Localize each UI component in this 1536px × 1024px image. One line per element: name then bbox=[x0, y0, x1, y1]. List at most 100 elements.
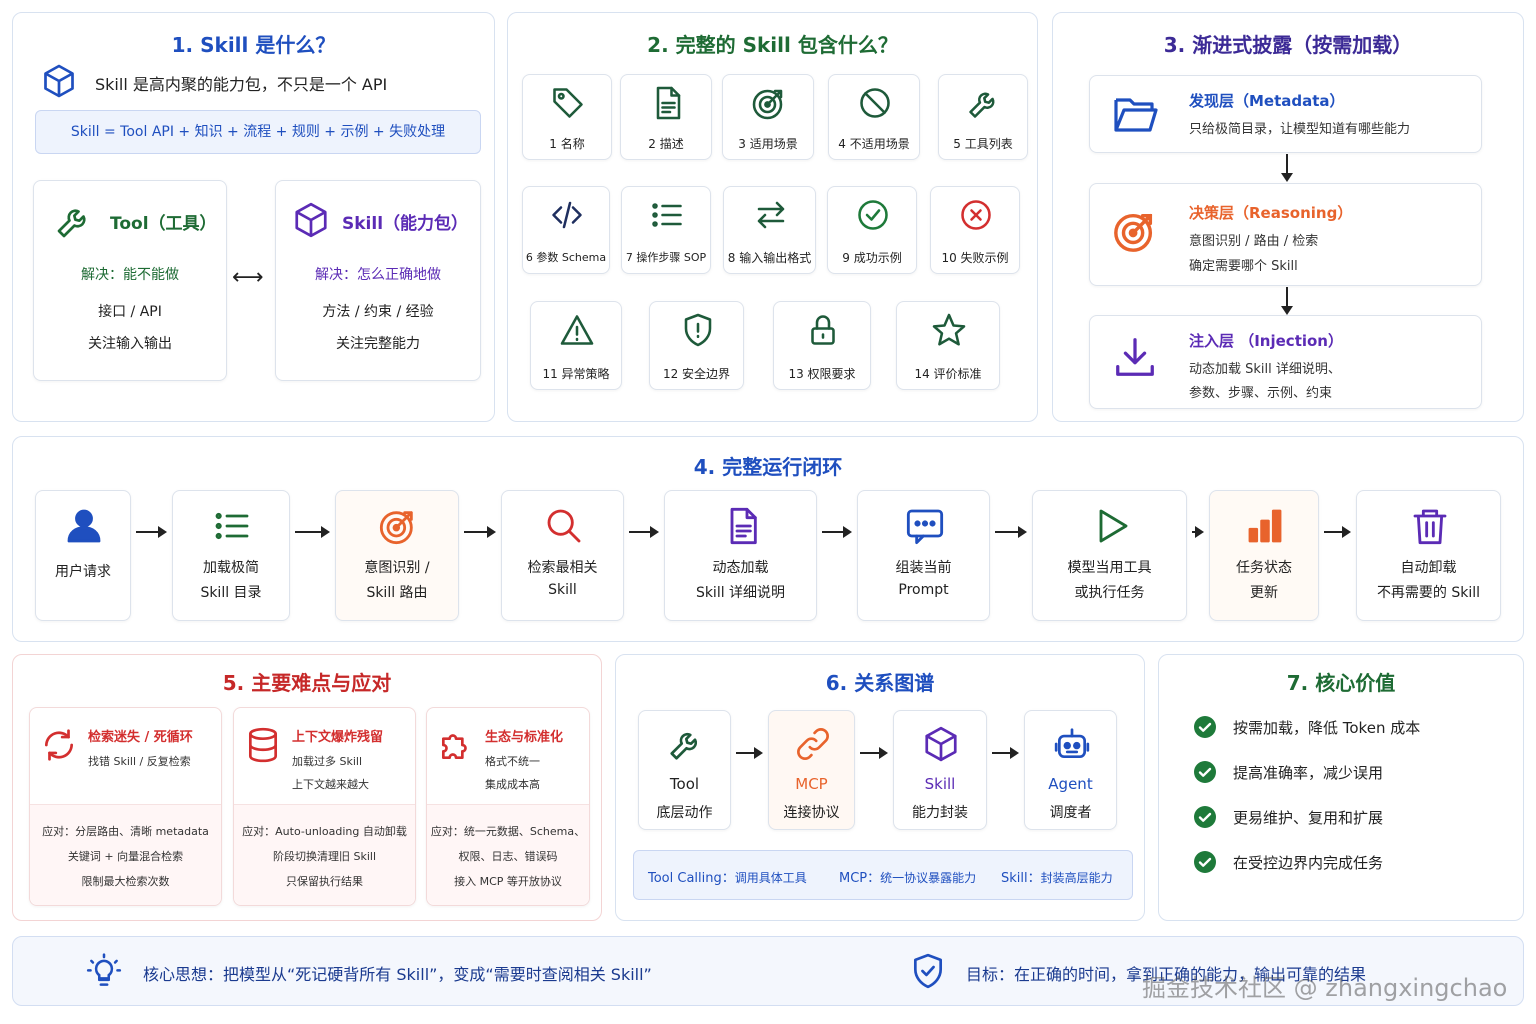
challenge-name: 生态与标准化 bbox=[485, 730, 564, 745]
panel-skill-contents: 2. 完整的 Skill 包含什么？ 1 名称 2 描述 3 适用场景 4 不适用场景… bbox=[507, 12, 1038, 422]
skill-part-card: 5 工具列表 bbox=[938, 74, 1028, 160]
tool-name: Tool（工具） bbox=[110, 214, 217, 234]
panel-challenges: 5. 主要难点与应对 检索迷失 / 死循环 找错 Skill / 反复检索 应对：分… bbox=[12, 654, 602, 921]
arrow-right bbox=[629, 526, 659, 538]
loop-step-card: 动态加载 Skill 详细说明 bbox=[664, 490, 817, 621]
lock-icon bbox=[805, 312, 841, 348]
arrow-right bbox=[822, 526, 852, 538]
tool-line2: 关注输入输出 bbox=[88, 336, 172, 352]
swap-icon bbox=[753, 197, 789, 233]
play-icon bbox=[1091, 506, 1131, 546]
skill-name: Skill（能力包） bbox=[342, 214, 469, 234]
document-icon bbox=[722, 506, 762, 546]
skill-part-label: 13 权限要求 bbox=[788, 367, 856, 381]
puzzle-icon bbox=[437, 726, 475, 764]
panel-title: 4. 完整运行闭环 bbox=[693, 455, 843, 479]
skill-part-card: 13 权限要求 bbox=[773, 301, 871, 390]
value-item: 在受控边界内完成任务 bbox=[1233, 854, 1384, 872]
skill-part-card: 3 适用场景 bbox=[722, 74, 814, 160]
loop-step-line1: 动态加载 bbox=[712, 560, 769, 576]
wrench-icon bbox=[54, 201, 94, 241]
skill-part-card: 10 失败示例 bbox=[930, 186, 1020, 274]
arrow-down bbox=[1281, 287, 1293, 315]
skill-part-label: 11 异常策略 bbox=[542, 367, 610, 381]
code-icon bbox=[549, 197, 585, 233]
cube-icon bbox=[922, 725, 960, 763]
legend-box: Tool Calling：调用具体工具 MCP：统一协议暴露能力 Skill：封… bbox=[633, 850, 1133, 900]
relation-node-desc: 连接协议 bbox=[783, 805, 840, 821]
arrow-right bbox=[992, 747, 1019, 759]
skill-part-label: 3 适用场景 bbox=[738, 137, 798, 151]
loop-step-line2: Prompt bbox=[898, 582, 949, 598]
arrow-right bbox=[860, 747, 888, 759]
panel-core-value: 7. 核心价值 按需加载，降低 Token 成本 提高准确率，减少误用 更易维护、复… bbox=[1158, 654, 1524, 921]
layer-name: 发现层（Metadata） bbox=[1189, 92, 1345, 110]
layer-reasoning: 决策层（Reasoning） 意图识别 / 路由 / 检索 确定需要哪个 Ski… bbox=[1089, 183, 1482, 286]
folder-icon bbox=[1112, 92, 1160, 136]
refresh-icon bbox=[40, 726, 78, 764]
loop-step-card: 自动卸载不再需要的 Skill bbox=[1356, 490, 1501, 621]
relation-node: MCP 连接协议 bbox=[768, 710, 855, 830]
skill-part-card: 7 操作步骤 SOP bbox=[621, 186, 711, 274]
list-icon bbox=[212, 506, 252, 546]
skill-part-card: 4 不适用场景 bbox=[828, 74, 920, 160]
challenge-desc: 集成成本高 bbox=[485, 778, 540, 791]
loop-step-line2: 不再需要的 Skill bbox=[1376, 585, 1481, 601]
response-line: 权限、日志、错误码 bbox=[458, 850, 558, 863]
skill-part-card: 14 评价标准 bbox=[896, 301, 1000, 390]
skill-part-card: 9 成功示例 bbox=[827, 186, 917, 274]
loop-step-line1: 任务状态 bbox=[1236, 560, 1292, 576]
loop-step-line1: 模型当用工具 bbox=[1067, 560, 1152, 576]
target-icon bbox=[1112, 208, 1158, 254]
arrow-right bbox=[295, 526, 330, 538]
x-circle-icon bbox=[958, 197, 994, 233]
panel-title: 5. 主要难点与应对 bbox=[222, 671, 392, 695]
cube-icon bbox=[292, 201, 330, 239]
check-circle-icon bbox=[1193, 715, 1217, 739]
message-icon bbox=[905, 506, 945, 546]
legend-val: 封装高层能力 bbox=[1040, 871, 1113, 885]
panel-title: 7. 核心价值 bbox=[1286, 671, 1396, 695]
arrow-right bbox=[1324, 526, 1351, 538]
skill-part-label: 14 评价标准 bbox=[914, 367, 982, 381]
panel-run-loop: 4. 完整运行闭环 用户请求 加载极简 Skill 目录 意图识别 / Skill 路由… bbox=[12, 436, 1524, 642]
response-line: 关键词 + 向量混合检索 bbox=[67, 850, 184, 863]
skill-part-label: 8 输入输出格式 bbox=[727, 251, 812, 265]
list-icon bbox=[649, 197, 685, 233]
loop-step-line2: 更新 bbox=[1250, 585, 1278, 601]
relation-node-name: Skill bbox=[924, 775, 956, 793]
layer-name: 决策层（Reasoning） bbox=[1189, 204, 1353, 222]
skill-part-card: 6 参数 Schema bbox=[522, 186, 610, 274]
arrow-right bbox=[736, 747, 763, 759]
skill-part-label: 7 操作步骤 SOP bbox=[625, 251, 707, 264]
loop-step-line2: Skill bbox=[548, 582, 577, 598]
challenge-name: 上下文爆炸残留 bbox=[292, 730, 384, 745]
panel-what-is-skill: 1. Skill 是什么？ Skill 是高内聚的能力包，不只是一个 API S… bbox=[12, 12, 495, 422]
legend-val: 调用具体工具 bbox=[734, 871, 807, 885]
relation-node-desc: 调度者 bbox=[1049, 805, 1092, 821]
response-box: 应对：统一元数据、Schema、 权限、日志、错误码 接入 MCP 等开放协议 bbox=[427, 804, 589, 905]
challenge-card: 生态与标准化 格式不统一 集成成本高 应对：统一元数据、Schema、 权限、日志、错误… bbox=[426, 707, 590, 906]
layer-metadata: 发现层（Metadata） 只给极简目录，让模型知道有哪些能力 bbox=[1089, 75, 1482, 153]
arrow-right bbox=[464, 526, 496, 538]
star-icon bbox=[931, 312, 967, 348]
layer-desc: 确定需要哪个 Skill bbox=[1189, 259, 1298, 274]
bar-chart-icon bbox=[1245, 506, 1285, 546]
wrench-icon bbox=[667, 725, 705, 763]
target-icon bbox=[378, 506, 418, 546]
layer-name: 注入层 （Injection） bbox=[1189, 332, 1343, 350]
legend-item: Tool Calling：调用具体工具 bbox=[648, 867, 807, 886]
skill-part-card: 11 异常策略 bbox=[530, 301, 622, 390]
skill-part-card: 8 输入输出格式 bbox=[723, 186, 816, 274]
skill-part-label: 2 描述 bbox=[648, 137, 684, 151]
layer-desc: 意图识别 / 路由 / 检索 bbox=[1189, 234, 1319, 249]
loop-step-line1: 自动卸载 bbox=[1400, 560, 1457, 576]
tag-icon bbox=[550, 85, 586, 121]
footer-idea: 核心思想：把模型从“死记硬背所有 Skill”，变成“需要时查阅相关 Skill… bbox=[143, 965, 652, 984]
legend-key: Tool Calling： bbox=[648, 871, 735, 886]
cube-icon bbox=[41, 63, 77, 99]
panel-relation-graph: 6. 关系图谱 Tool 底层动作 MCP 连接协议 Skill 能力封装 Agent 调度者… bbox=[615, 654, 1145, 921]
arrow-right bbox=[136, 526, 167, 538]
loop-step-card: 组装当前 Prompt bbox=[857, 490, 990, 621]
intro-text: Skill 是高内聚的能力包，不只是一个 API bbox=[95, 75, 388, 94]
